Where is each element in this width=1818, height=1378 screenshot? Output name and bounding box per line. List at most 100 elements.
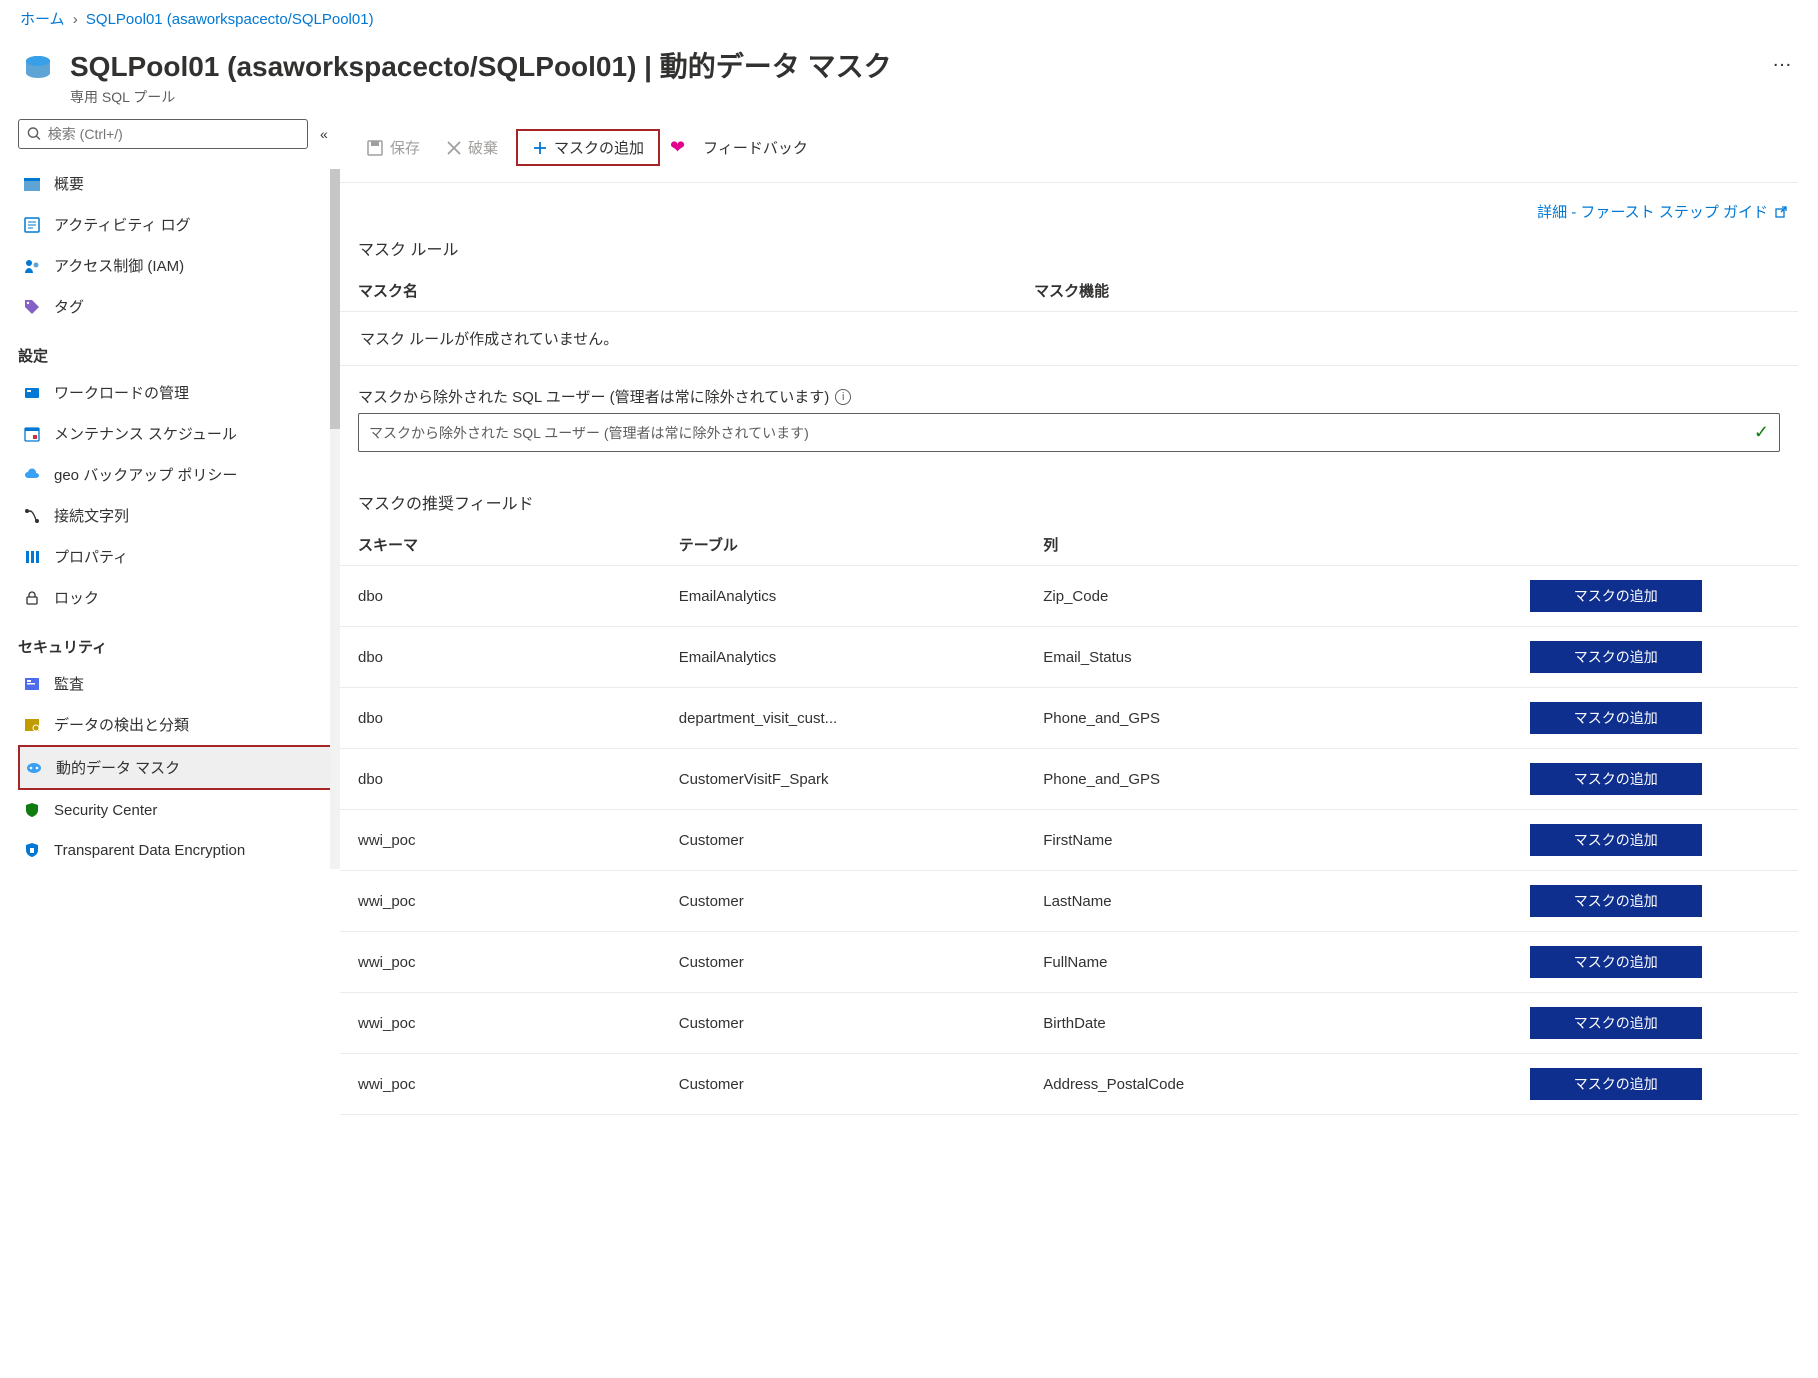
cell-schema: dbo [340, 688, 661, 749]
sidebar-item-label: ワークロードの管理 [54, 382, 189, 403]
cell-column: Phone_and_GPS [1025, 688, 1433, 749]
table-row: dboCustomerVisitF_SparkPhone_and_GPS マスクの… [340, 749, 1798, 810]
sidebar-section-settings: 設定 [18, 327, 340, 372]
sidebar-item-tags[interactable]: タグ [18, 286, 336, 327]
cell-table: Customer [661, 810, 1026, 871]
add-mask-row-button[interactable]: マスクの追加 [1530, 702, 1702, 734]
col-column: 列 [1025, 524, 1433, 566]
cell-table: EmailAnalytics [661, 627, 1026, 688]
sidebar-item-security-center[interactable]: Security Center [18, 790, 336, 830]
sidebar-search[interactable] [18, 119, 308, 149]
recommended-table: スキーマ テーブル 列 dboEmailAnalyticsZip_Codeマスク… [340, 524, 1798, 1115]
sidebar-item-overview[interactable]: 概要 [18, 163, 336, 204]
cell-column: Address_PostalCode [1025, 1054, 1433, 1115]
cell-table: department_visit_cust... [661, 688, 1026, 749]
breadcrumb: ホーム › SQLPool01 (asaworkspacecto/SQLPool… [0, 0, 1818, 37]
heart-icon: ❤ [670, 137, 685, 158]
col-action [1433, 524, 1798, 566]
excluded-users-label: マスクから除外された SQL ユーザー (管理者は常に除外されています) i [358, 386, 1780, 407]
sidebar: « 概要 アクティビティ ログ アクセス制御 (IAM) タグ 設 [0, 119, 340, 1115]
table-row: wwi_pocCustomerFullNameマスクの追加 [340, 932, 1798, 993]
cell-table: Customer [661, 871, 1026, 932]
sidebar-item-label: 接続文字列 [54, 505, 129, 526]
sidebar-item-label: 監査 [54, 673, 84, 694]
collapse-sidebar-button[interactable]: « [320, 126, 328, 142]
col-mask-name: マスク名 [340, 270, 1016, 312]
sidebar-item-lock[interactable]: ロック [18, 577, 336, 618]
data-discovery-icon [22, 715, 42, 735]
sidebar-item-data-discovery[interactable]: データの検出と分類 [18, 704, 336, 745]
sidebar-item-label: メンテナンス スケジュール [54, 423, 237, 444]
add-mask-row-button[interactable]: マスクの追加 [1530, 885, 1702, 917]
sidebar-item-maintenance[interactable]: メンテナンス スケジュール [18, 413, 336, 454]
cell-schema: dbo [340, 749, 661, 810]
cell-column: Zip_Code [1025, 566, 1433, 627]
add-mask-button[interactable]: マスクの追加 [524, 133, 652, 162]
table-row: wwi_pocCustomerLastName マスクの追加 [340, 871, 1798, 932]
col-mask-function: マスク機能 [1016, 270, 1798, 312]
sidebar-section-security: セキュリティ [18, 618, 340, 663]
close-icon [446, 140, 462, 156]
breadcrumb-home-link[interactable]: ホーム [20, 11, 65, 28]
cell-column: FirstName [1025, 810, 1433, 871]
sidebar-item-activity-log[interactable]: アクティビティ ログ [18, 204, 336, 245]
cell-table: Customer [661, 932, 1026, 993]
auditing-icon [22, 674, 42, 694]
sidebar-item-label: プロパティ [54, 546, 128, 567]
sidebar-item-label: Transparent Data Encryption [54, 842, 245, 859]
add-mask-row-button[interactable]: マスクの追加 [1530, 1068, 1702, 1100]
sidebar-item-tde[interactable]: Transparent Data Encryption [18, 830, 336, 870]
sidebar-item-access-control[interactable]: アクセス制御 (IAM) [18, 245, 336, 286]
breadcrumb-resource-link[interactable]: SQLPool01 (asaworkspacecto/SQLPool01) [86, 11, 374, 28]
cell-table: EmailAnalytics [661, 566, 1026, 627]
cell-table: Customer [661, 993, 1026, 1054]
cell-schema: dbo [340, 566, 661, 627]
scrollbar-thumb[interactable] [330, 169, 340, 429]
add-mask-highlight: マスクの追加 [516, 129, 660, 166]
sidebar-item-connection-strings[interactable]: 接続文字列 [18, 495, 336, 536]
properties-icon [22, 547, 42, 567]
page-header: SQLPool01 (asaworkspacecto/SQLPool01) | … [0, 37, 1818, 119]
excluded-users-input[interactable]: マスクから除外された SQL ユーザー (管理者は常に除外されています) ✓ [358, 413, 1780, 452]
external-link-icon [1774, 205, 1788, 219]
page-subtitle: 専用 SQL プール [70, 87, 892, 107]
search-input[interactable] [48, 126, 299, 142]
sidebar-item-geo-backup[interactable]: geo バックアップ ポリシー [18, 454, 336, 495]
add-mask-row-button[interactable]: マスクの追加 [1530, 641, 1702, 673]
col-schema: スキーマ [340, 524, 661, 566]
cell-schema: wwi_poc [340, 871, 661, 932]
breadcrumb-separator: › [73, 11, 78, 28]
sql-pool-icon [20, 51, 56, 87]
add-mask-row-button[interactable]: マスクの追加 [1530, 763, 1702, 795]
add-mask-row-button[interactable]: マスクの追加 [1530, 946, 1702, 978]
save-button[interactable]: 保存 [358, 133, 428, 162]
activity-log-icon [22, 215, 42, 235]
cell-table: CustomerVisitF_Spark [661, 749, 1026, 810]
workload-icon [22, 383, 42, 403]
sidebar-item-label: タグ [54, 296, 84, 317]
info-icon[interactable]: i [835, 389, 851, 405]
sidebar-item-dynamic-data-masking[interactable]: 動的データ マスク [18, 745, 336, 790]
sidebar-scrollbar[interactable] [330, 169, 340, 869]
calendar-icon [22, 424, 42, 444]
cell-table: Customer [661, 1054, 1026, 1115]
main-content: 保存 破棄 マスクの追加 ❤ フィードバック 詳細 - ファースト ステップ ガ… [340, 119, 1818, 1115]
cell-schema: dbo [340, 627, 661, 688]
cell-column: FullName [1025, 932, 1433, 993]
more-actions-button[interactable]: … [1768, 45, 1798, 76]
plus-icon [532, 140, 548, 156]
cell-column: Email_Status [1025, 627, 1433, 688]
sidebar-item-auditing[interactable]: 監査 [18, 663, 336, 704]
sidebar-item-properties[interactable]: プロパティ [18, 536, 336, 577]
sidebar-item-workload[interactable]: ワークロードの管理 [18, 372, 336, 413]
add-mask-row-button[interactable]: マスクの追加 [1530, 824, 1702, 856]
details-guide-link[interactable]: 詳細 - ファースト ステップ ガイド [1537, 201, 1788, 222]
cloud-icon [22, 465, 42, 485]
discard-button[interactable]: 破棄 [438, 133, 506, 162]
cell-column: LastName [1025, 871, 1433, 932]
add-mask-row-button[interactable]: マスクの追加 [1530, 1007, 1702, 1039]
feedback-button[interactable]: フィードバック [695, 133, 816, 162]
table-row: dbodepartment_visit_cust...Phone_and_GPS… [340, 688, 1798, 749]
add-mask-row-button[interactable]: マスクの追加 [1530, 580, 1702, 612]
cell-column: Phone_and_GPS [1025, 749, 1433, 810]
